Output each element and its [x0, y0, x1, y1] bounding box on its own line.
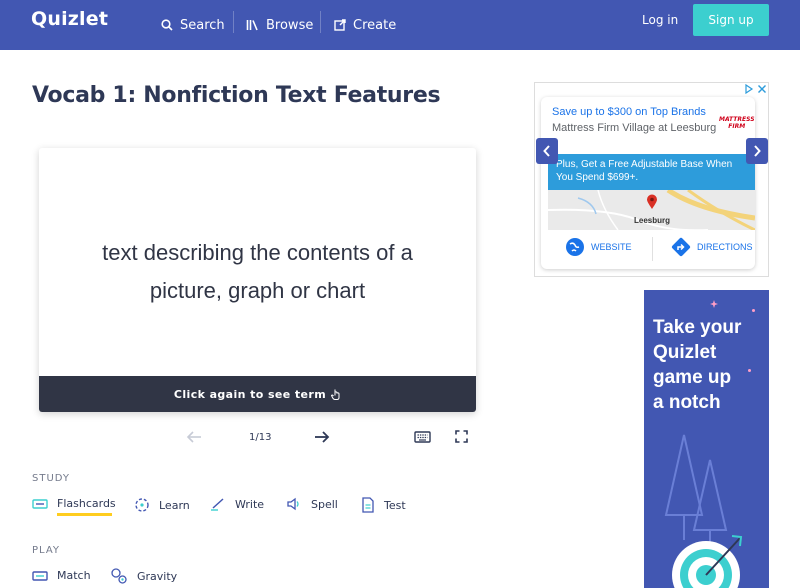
active-mode-indicator [57, 513, 112, 516]
study-section-label: STUDY [32, 473, 71, 484]
store-ad-promo[interactable]: Plus, Get a Free Adjustable Base When Yo… [548, 154, 755, 190]
mode-write[interactable]: Write [210, 497, 264, 511]
document-icon [362, 497, 374, 513]
speaker-icon [287, 497, 299, 511]
nav-browse-label: Browse [266, 17, 314, 33]
ad-next-button[interactable] [746, 138, 768, 164]
map-label: Leesburg [634, 216, 671, 225]
nav-browse[interactable]: Browse [246, 0, 313, 50]
chevron-left-icon [543, 145, 550, 157]
pencil-icon [211, 498, 224, 511]
fullscreen-icon[interactable] [455, 430, 468, 443]
store-ad-subline: Mattress Firm Village at Leesburg [552, 122, 717, 134]
tap-icon [331, 389, 340, 400]
quizlet-logo[interactable]: Quizlet [31, 8, 108, 30]
flashcards-icon [32, 498, 48, 509]
login-link[interactable]: Log in [642, 13, 678, 27]
mode-gravity[interactable]: Gravity [110, 567, 177, 585]
library-icon [246, 20, 258, 31]
mode-test[interactable]: Test [361, 497, 406, 513]
promo-line: Take your [653, 317, 742, 338]
website-label: WEBSITE [591, 242, 632, 252]
signup-button[interactable]: Sign up [693, 4, 769, 36]
trees-and-target-illustration [664, 434, 743, 588]
top-nav-bar: Quizlet Search Browse Create Log in Sign… [0, 0, 800, 50]
close-ad-icon[interactable] [757, 84, 767, 94]
page-title: Vocab 1: Nonfiction Text Features [32, 83, 441, 108]
promo-line: game up [653, 367, 732, 388]
learn-icon [135, 498, 149, 512]
quizlet-promo-ad[interactable]: Take your Quizlet game up a notch [644, 290, 769, 588]
nav-divider [320, 11, 321, 33]
sparkle-icon [710, 300, 718, 308]
directions-label: DIRECTIONS [697, 242, 753, 252]
store-ad-headline[interactable]: Save up to $300 on Top Brands [552, 106, 706, 118]
chevron-right-icon [754, 145, 761, 157]
match-icon [32, 570, 48, 581]
search-icon [161, 19, 173, 31]
promo-line: Plus, Get a Free Adjustable Base When [556, 159, 733, 170]
nav-create[interactable]: Create [334, 0, 396, 50]
promo-headline: Take your Quizlet game up a notch [653, 315, 765, 415]
card-counter: 1/13 [249, 432, 272, 443]
mode-label: Match [57, 569, 91, 582]
flashcard-definition: text describing the contents of a pictur… [59, 234, 456, 310]
store-map[interactable]: Leesburg [548, 190, 755, 230]
promo-line: Quizlet [653, 342, 717, 363]
nav-search-label: Search [180, 17, 225, 33]
previous-arrow-icon[interactable] [186, 431, 202, 443]
mode-flashcards[interactable]: Flashcards [32, 497, 116, 510]
ad-divider [652, 237, 653, 261]
create-icon [334, 19, 346, 31]
flashcard-text-line: picture, graph or chart [149, 278, 366, 303]
globe-icon [566, 238, 584, 256]
mode-label: Write [235, 497, 265, 511]
nav-search[interactable]: Search [161, 0, 225, 50]
sparkle-icon [752, 309, 755, 312]
directions-icon [671, 237, 691, 257]
map-pin-icon [647, 194, 657, 209]
nav-divider [233, 11, 234, 33]
directions-button[interactable]: DIRECTIONS [671, 237, 753, 257]
flashcard-flip-label: Click again to see term [173, 387, 327, 401]
mode-match[interactable]: Match [32, 569, 91, 582]
play-section-label: PLAY [32, 545, 61, 556]
nav-create-label: Create [353, 17, 397, 33]
mode-label: Spell [311, 497, 338, 511]
mode-label: Test [384, 498, 406, 512]
mode-label: Flashcards [57, 497, 116, 510]
mode-label: Gravity [137, 569, 178, 583]
flashcard-flip-hint[interactable]: Click again to see term [39, 376, 476, 412]
flashcard-text-line: text describing the contents of a [102, 240, 413, 265]
mattress-firm-logo: MATTRESS FIRM [719, 116, 755, 130]
store-ad-card[interactable]: Save up to $300 on Top Brands Mattress F… [541, 97, 755, 269]
promo-line: You Spend $699+. [556, 172, 639, 183]
mode-spell[interactable]: Spell [286, 497, 338, 511]
promo-line: a notch [653, 392, 721, 413]
mode-label: Learn [159, 498, 190, 512]
flashcard[interactable]: text describing the contents of a pictur… [39, 148, 476, 412]
ad-previous-button[interactable] [536, 138, 558, 164]
store-ad[interactable]: Save up to $300 on Top Brands Mattress F… [534, 82, 769, 277]
next-arrow-icon[interactable] [314, 431, 330, 443]
mode-learn[interactable]: Learn [134, 497, 190, 513]
gravity-icon [111, 568, 127, 584]
website-button[interactable]: WEBSITE [565, 237, 632, 257]
keyboard-icon[interactable] [414, 431, 431, 443]
adchoices-icon[interactable] [744, 84, 754, 94]
